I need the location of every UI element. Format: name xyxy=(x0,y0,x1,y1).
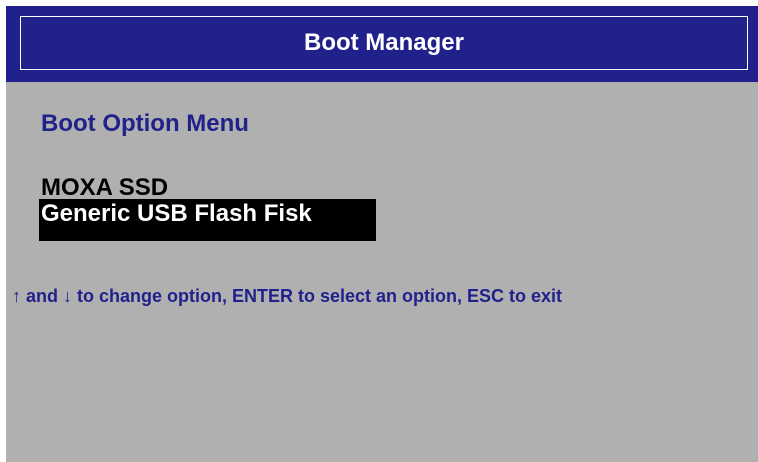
help-hint: ↑ and ↓ to change option, ENTER to selec… xyxy=(12,286,563,306)
boot-option-menu-heading: Boot Option Menu xyxy=(41,110,249,137)
boot-option-generic-usb-flash[interactable]: Generic USB Flash Fisk xyxy=(39,199,376,241)
bios-screen: Boot Manager Boot Option Menu MOXA SSD G… xyxy=(6,6,758,462)
title-frame: Boot Manager xyxy=(20,16,748,70)
title-bar: Boot Manager xyxy=(6,6,758,82)
page-title: Boot Manager xyxy=(303,29,464,56)
